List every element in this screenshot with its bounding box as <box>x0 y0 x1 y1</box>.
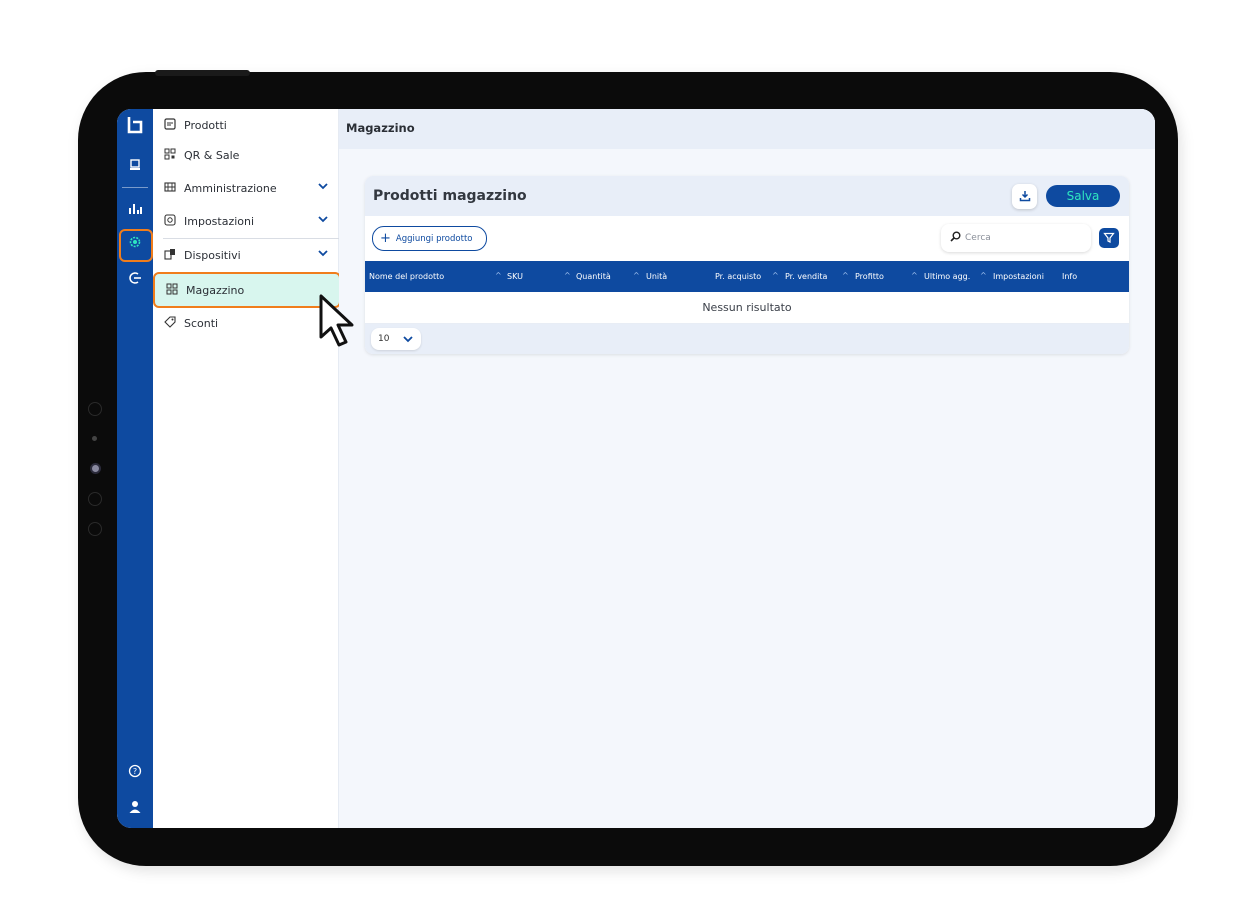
app-screen: ? Prodotti QR & Sale Amministrazione Imp… <box>117 109 1155 828</box>
devices-icon <box>163 248 177 263</box>
sort-icon[interactable]: ^ <box>842 271 849 280</box>
column-header[interactable]: Quantità <box>576 261 631 292</box>
menu-item-label: Magazzino <box>186 283 245 297</box>
menu-item-label: Impostazioni <box>184 215 255 228</box>
tablet-side-button <box>88 522 102 536</box>
search-input[interactable]: Cerca <box>941 224 1091 252</box>
download-icon <box>1019 191 1030 202</box>
menu-item-impostazioni[interactable]: Impostazioni <box>153 205 339 238</box>
tablet-top-button <box>155 70 250 76</box>
sort-icon[interactable]: ^ <box>980 271 987 280</box>
settings-menu: Prodotti QR & Sale Amministrazione Impos… <box>153 109 341 828</box>
chevron-down-icon[interactable] <box>317 247 329 259</box>
warehouse-products-card: Prodotti magazzino Salva + Aggiungi prod… <box>365 176 1129 354</box>
download-button[interactable] <box>1012 184 1037 209</box>
add-product-button[interactable]: + Aggiungi prodotto <box>372 226 487 251</box>
menu-item-label: QR & Sale <box>184 149 240 162</box>
menu-item-amministrazione[interactable]: Amministrazione <box>153 172 339 205</box>
rail-divider <box>122 187 148 188</box>
user-profile-icon[interactable] <box>123 799 147 821</box>
search-icon <box>950 231 961 245</box>
menu-item-prodotti[interactable]: Prodotti <box>153 109 339 142</box>
menu-item-label: Sconti <box>184 317 219 330</box>
icon-rail: ? <box>117 109 153 828</box>
main-content: Magazzino Prodotti magazzino Salva + Agg… <box>339 109 1155 828</box>
product-box-icon <box>163 118 177 133</box>
save-button[interactable]: Salva <box>1046 185 1120 207</box>
menu-item-magazzino[interactable]: Magazzino <box>153 272 341 308</box>
stats-chart-icon[interactable] <box>123 199 147 221</box>
chevron-down-icon <box>403 336 413 343</box>
empty-results-row: Nessun risultato <box>365 292 1129 324</box>
card-title: Prodotti magazzino <box>373 188 527 204</box>
page-size-select[interactable]: 10 <box>371 328 421 350</box>
page-title: Magazzino <box>346 121 415 135</box>
sort-icon[interactable]: ^ <box>911 271 918 280</box>
page-header: Magazzino <box>339 109 1155 149</box>
column-header[interactable]: Ultimo agg. <box>924 261 976 292</box>
integrations-icon[interactable] <box>123 270 147 292</box>
sort-icon[interactable]: ^ <box>495 271 502 280</box>
qr-code-icon <box>163 148 177 163</box>
administration-icon <box>163 181 177 196</box>
svg-text:?: ? <box>133 767 137 776</box>
help-icon[interactable]: ? <box>123 763 147 785</box>
add-product-label: Aggiungi prodotto <box>395 233 473 244</box>
column-header[interactable]: Pr. vendita <box>785 261 845 292</box>
mouse-cursor-icon <box>319 294 354 347</box>
settings-gear-icon[interactable] <box>123 234 147 256</box>
sort-icon[interactable]: ^ <box>564 271 571 280</box>
menu-item-qr-sale[interactable]: QR & Sale <box>153 139 339 172</box>
register-icon[interactable] <box>123 156 147 178</box>
app-logo[interactable] <box>126 115 144 135</box>
discount-tag-icon <box>163 316 177 331</box>
menu-item-label: Dispositivi <box>184 249 241 262</box>
plus-icon: + <box>380 231 391 246</box>
tablet-side-dot <box>92 436 97 441</box>
table-footer: 10 <box>365 324 1129 354</box>
sort-icon[interactable]: ^ <box>633 271 640 280</box>
settings-icon <box>163 214 177 229</box>
column-header[interactable]: Info <box>1062 261 1112 292</box>
chevron-down-icon[interactable] <box>317 180 329 192</box>
card-header: Prodotti magazzino Salva <box>365 176 1129 216</box>
filter-icon <box>1103 232 1115 243</box>
menu-item-dispositivi[interactable]: Dispositivi <box>153 239 339 272</box>
menu-item-sconti[interactable]: Sconti <box>153 307 339 340</box>
column-header[interactable]: SKU <box>507 261 557 292</box>
sort-icon[interactable]: ^ <box>772 271 779 280</box>
filter-button[interactable] <box>1099 228 1119 248</box>
tablet-camera <box>90 463 101 474</box>
column-header[interactable]: Profitto <box>855 261 910 292</box>
page-size-value: 10 <box>378 334 390 344</box>
menu-item-label: Prodotti <box>184 119 227 132</box>
search-placeholder: Cerca <box>965 233 991 243</box>
column-header[interactable]: Impostazioni <box>993 261 1049 292</box>
table-header: Nome del prodotto ^ SKU ^ Quantità ^ Uni… <box>365 261 1129 292</box>
tablet-side-button <box>88 492 102 506</box>
column-header[interactable]: Unità <box>646 261 706 292</box>
menu-item-label: Amministrazione <box>184 182 277 195</box>
column-header[interactable]: Pr. acquisto <box>715 261 765 292</box>
column-header[interactable]: Nome del prodotto <box>369 261 489 292</box>
chevron-down-icon[interactable] <box>317 213 329 225</box>
warehouse-icon <box>165 283 179 298</box>
tablet-side-button <box>88 402 102 416</box>
